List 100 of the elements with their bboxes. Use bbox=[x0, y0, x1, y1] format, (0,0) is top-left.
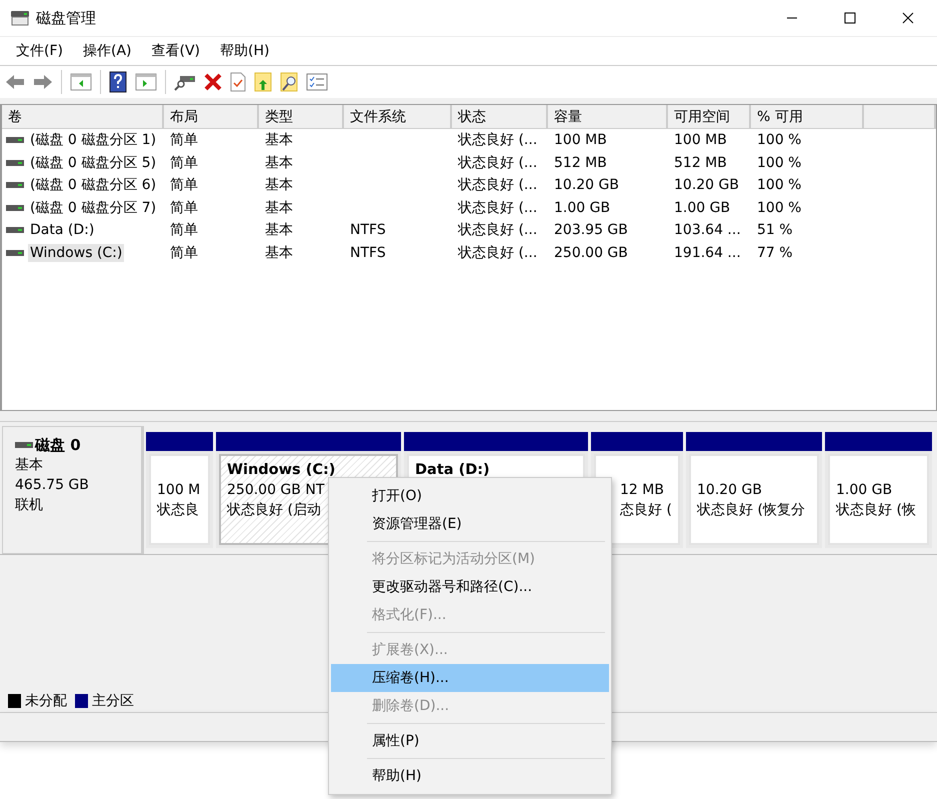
table-cell: 1.00 GB bbox=[674, 200, 730, 216]
partition-detail: 状态良好 (启动 bbox=[227, 501, 321, 520]
table-cell: 简单 bbox=[170, 221, 198, 240]
table-cell: 状态良好 (... bbox=[458, 221, 538, 240]
back-arrow-icon[interactable] bbox=[5, 74, 25, 90]
table-cell: 基本 bbox=[265, 154, 293, 172]
column-header[interactable]: 卷 bbox=[2, 105, 164, 129]
legend-label: 未分配 bbox=[25, 692, 67, 710]
drive-icon bbox=[6, 227, 24, 234]
disk-magnifier-icon[interactable] bbox=[174, 73, 196, 91]
table-cell: 简单 bbox=[170, 198, 198, 217]
volume-name[interactable]: Data (D:) bbox=[28, 221, 96, 240]
table-cell: 100 % bbox=[757, 177, 802, 194]
column-header[interactable]: 布局 bbox=[164, 105, 259, 129]
menu-item[interactable]: 查看(V) bbox=[142, 38, 210, 64]
drive-icon bbox=[6, 204, 24, 211]
partition-block[interactable]: 1.00 GB 状态良好 (恢 bbox=[825, 432, 932, 548]
close-icon bbox=[902, 12, 914, 24]
partition-detail: 1.00 GB bbox=[836, 481, 892, 500]
table-cell: 基本 bbox=[265, 244, 293, 262]
checked-document-icon[interactable] bbox=[230, 72, 246, 92]
volume-name[interactable]: Windows (C:) bbox=[28, 244, 124, 262]
menu-item[interactable]: 属性(P) bbox=[331, 727, 609, 755]
partition-detail: 250.00 GB NT bbox=[227, 481, 324, 500]
column-header[interactable]: 状态 bbox=[452, 105, 548, 129]
volume-name[interactable]: (磁盘 0 磁盘分区 7) bbox=[28, 198, 158, 218]
table-cell: 10.20 GB bbox=[554, 177, 619, 194]
table-cell: 51 % bbox=[757, 222, 793, 238]
menu-item[interactable]: 帮助(H) bbox=[331, 762, 609, 790]
table-cell: 简单 bbox=[170, 176, 198, 194]
partition-detail: 状态良好 (恢复分 bbox=[697, 501, 805, 520]
table-cell: NTFS bbox=[350, 244, 386, 261]
table-cell: 状态良好 (... bbox=[458, 244, 538, 262]
table-cell: 基本 bbox=[265, 198, 293, 217]
menu-item[interactable]: 文件(F) bbox=[6, 38, 73, 64]
column-header[interactable]: 容量 bbox=[548, 105, 668, 129]
menu-item[interactable]: 压缩卷(H)... bbox=[331, 664, 609, 692]
partition-detail: 10.20 GB bbox=[697, 481, 762, 500]
drive-icon bbox=[6, 182, 24, 188]
disk-type: 基本 bbox=[15, 456, 44, 475]
table-cell: 基本 bbox=[265, 176, 293, 194]
table-cell: 512 MB bbox=[674, 154, 727, 171]
table-cell: 简单 bbox=[170, 154, 198, 172]
delete-icon[interactable] bbox=[204, 73, 222, 91]
menu-item[interactable]: 帮助(H) bbox=[210, 38, 280, 64]
table-cell: 203.95 GB bbox=[554, 222, 628, 238]
window-pane-icon[interactable] bbox=[70, 73, 92, 91]
table-cell: 77 % bbox=[757, 244, 793, 261]
forward-arrow-icon[interactable] bbox=[33, 74, 53, 90]
checklist-icon[interactable] bbox=[306, 73, 328, 91]
column-header[interactable]: 可用空间 bbox=[668, 105, 751, 129]
partition-title: Data (D:) bbox=[415, 461, 490, 480]
disk-drive-icon bbox=[10, 10, 30, 26]
table-cell: 103.64 ... bbox=[674, 222, 741, 238]
disk-size: 465.75 GB bbox=[15, 476, 90, 495]
table-cell: 1.00 GB bbox=[554, 200, 610, 216]
table-cell: 状态良好 (... bbox=[458, 176, 538, 194]
column-header[interactable]: 类型 bbox=[259, 105, 344, 129]
partition-block[interactable]: 100 M 状态良 bbox=[146, 432, 213, 548]
table-cell: 基本 bbox=[265, 131, 293, 150]
drive-icon bbox=[6, 137, 24, 144]
window-pane-icon[interactable] bbox=[135, 73, 157, 91]
table-cell: 基本 bbox=[265, 221, 293, 240]
partition-detail: 100 M bbox=[157, 481, 200, 500]
partition-block[interactable]: 10.20 GB 状态良好 (恢复分 bbox=[686, 432, 822, 548]
table-cell: 100 % bbox=[757, 154, 802, 171]
table-cell: 512 MB bbox=[554, 154, 607, 171]
table-cell: 100 MB bbox=[554, 132, 607, 148]
maximize-icon bbox=[844, 12, 856, 24]
table-cell: 100 MB bbox=[674, 132, 727, 148]
window-title: 磁盘管理 bbox=[36, 8, 96, 28]
partition-detail: 12 MB bbox=[619, 481, 664, 500]
partition-detail: 态良好 ( bbox=[619, 501, 672, 520]
column-header[interactable]: % 可用 bbox=[751, 105, 864, 129]
help-icon[interactable] bbox=[109, 71, 127, 93]
disk-name: 磁盘 0 bbox=[35, 435, 81, 455]
table-cell: 简单 bbox=[170, 131, 198, 150]
table-cell: 状态良好 (... bbox=[458, 131, 538, 150]
partition-header-bar bbox=[146, 432, 213, 451]
search-icon[interactable] bbox=[280, 72, 298, 92]
partition-detail: 状态良 bbox=[157, 501, 199, 520]
column-header[interactable]: 文件系统 bbox=[344, 105, 452, 129]
legend-label: 主分区 bbox=[92, 692, 134, 710]
table-cell: 简单 bbox=[170, 244, 198, 262]
table-cell: 100 % bbox=[757, 132, 802, 148]
partition-detail: 状态良好 (恢 bbox=[836, 501, 916, 520]
drive-icon bbox=[6, 250, 24, 256]
volume-name[interactable]: (磁盘 0 磁盘分区 1) bbox=[28, 130, 158, 150]
table-cell: 100 % bbox=[757, 200, 802, 216]
table-cell: 状态良好 (... bbox=[458, 198, 538, 217]
partition-title: Windows (C:) bbox=[227, 461, 336, 480]
volume-name[interactable]: (磁盘 0 磁盘分区 6) bbox=[28, 175, 158, 196]
table-cell: 状态良好 (... bbox=[458, 154, 538, 172]
menu-item[interactable]: 操作(A) bbox=[72, 38, 142, 64]
table-cell: 191.64 ... bbox=[674, 244, 741, 261]
menu-item[interactable]: 更改驱动器号和路径(C)... bbox=[331, 573, 609, 601]
volume-name[interactable]: (磁盘 0 磁盘分区 5) bbox=[28, 152, 158, 173]
drive-icon bbox=[15, 442, 33, 448]
table-cell: 10.20 GB bbox=[674, 177, 739, 194]
drive-icon bbox=[6, 160, 24, 166]
